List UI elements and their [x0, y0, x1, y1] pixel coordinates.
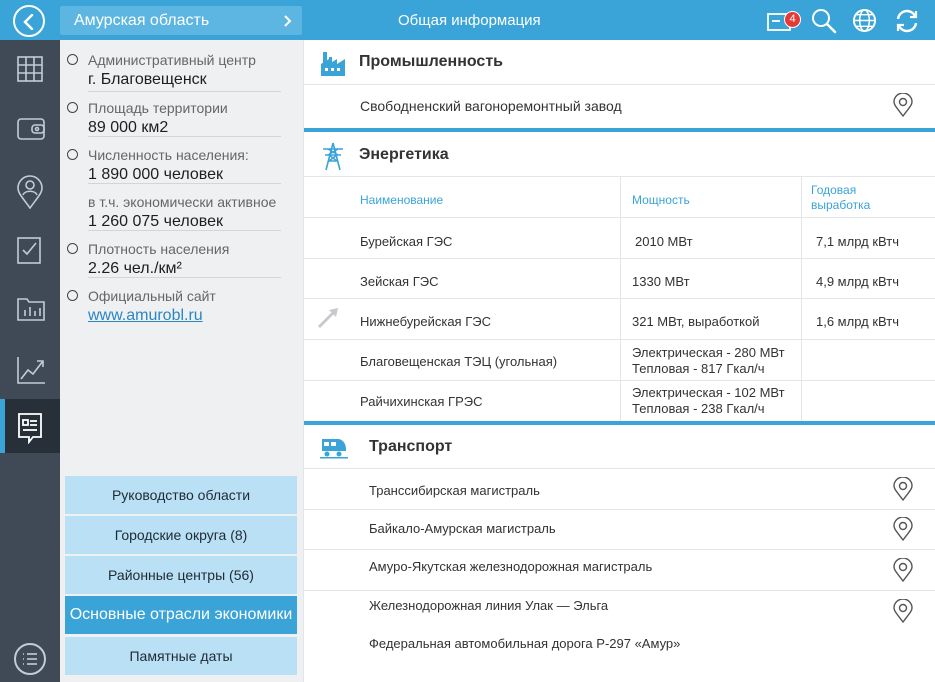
transport-item[interactable]: Железнодорожная линия Улак — Эльга — [369, 598, 608, 613]
website-link[interactable]: www.amurobl.ru — [88, 307, 203, 325]
table-cell-output: 4,9 млрд кВтч — [816, 274, 899, 289]
map-pin-icon[interactable] — [893, 599, 913, 623]
rail-item-stats[interactable] — [0, 342, 60, 396]
column-header-power: Мощность — [632, 193, 690, 207]
rail-item-persons[interactable] — [0, 162, 60, 216]
wallet-icon — [17, 118, 45, 140]
memorable-dates-button[interactable]: Памятные даты — [65, 637, 297, 675]
refresh-icon[interactable] — [894, 8, 920, 34]
region-label: Амурская область — [74, 12, 210, 29]
economy-sectors-button[interactable]: Основные отрасли экономики — [65, 596, 297, 634]
transport-item[interactable]: Транссибирская магистраль — [369, 483, 540, 498]
info-label: Официальный сайт — [88, 288, 216, 304]
rail-item-reports[interactable] — [0, 282, 60, 336]
transport-item[interactable]: Амуро-Якутская железнодорожная магистрал… — [369, 559, 652, 574]
search-icon[interactable] — [811, 8, 837, 34]
transport-title: Транспорт — [369, 438, 453, 455]
table-cell-output: 7,1 млрд кВтч — [816, 234, 899, 249]
info-label: Площадь территории — [88, 100, 228, 116]
info-value: 1 890 000 человек — [88, 166, 223, 183]
grid-icon — [17, 56, 43, 82]
map-pin-icon[interactable] — [893, 477, 913, 501]
table-cell-name: Райчихинская ГРЭС — [360, 394, 483, 409]
info-label: Плотность населения — [88, 241, 230, 257]
info-value: 89 000 км2 — [88, 119, 169, 136]
document-icon — [18, 413, 42, 444]
trend-icon — [17, 357, 45, 384]
info-row-density: Плотность населения 2.26 чел./км² — [60, 231, 303, 278]
transport-item[interactable]: Федеральная автомобильная дорога Р-297 «… — [369, 636, 680, 651]
top-bar: Амурская область Общая информация 4 — [0, 0, 935, 40]
map-pin-icon[interactable] — [893, 517, 913, 541]
table-cell-name: Зейская ГЭС — [360, 274, 439, 289]
table-cell-power: Электрическая - 102 МВт Тепловая - 238 Гк… — [632, 385, 785, 416]
radio-icon — [67, 149, 78, 160]
map-pin-icon[interactable] — [893, 558, 913, 582]
info-row-center: Административный центр г. Благовещенск — [60, 42, 303, 92]
rail-item-wallet[interactable] — [0, 102, 60, 156]
radio-icon — [67, 243, 78, 254]
city-districts-button[interactable]: Городские округа (8) — [65, 516, 297, 554]
info-row-area: Площадь территории 89 000 км2 — [60, 90, 303, 137]
info-row-active-population: в т.ч. экономически активное 1 260 075 ч… — [60, 184, 303, 231]
info-row-population: Численность населения: 1 890 000 человек — [60, 137, 303, 184]
column-header-name: Наименование — [360, 193, 444, 207]
map-pin-icon[interactable] — [893, 93, 913, 117]
table-cell-name: Благовещенская ТЭЦ (угольная) — [360, 354, 558, 369]
energy-title: Энергетика — [359, 146, 449, 163]
column-header-output: Годовая выработка — [811, 183, 871, 212]
icon-rail — [0, 40, 60, 682]
person-pin-icon — [17, 175, 43, 209]
back-icon — [23, 14, 34, 30]
info-label: в т.ч. экономически активное — [88, 194, 277, 210]
economy-content: Промышленность Свободненский вагоноремон… — [303, 40, 935, 682]
factory-icon — [321, 52, 345, 76]
radio-icon — [67, 54, 78, 65]
menu-button[interactable] — [14, 643, 46, 675]
train-icon — [320, 439, 348, 459]
industry-title: Промышленность — [359, 53, 503, 70]
info-value: 2.26 чел./км² — [88, 260, 182, 277]
info-row-website: Официальный сайт www.amurobl.ru — [60, 278, 303, 328]
table-cell-name: Бурейская ГЭС — [360, 234, 453, 249]
table-cell-power: 1330 МВт — [632, 274, 690, 289]
notification-badge: 4 — [784, 11, 801, 28]
radio-icon — [67, 290, 78, 301]
info-value: 1 260 075 человек — [88, 213, 223, 230]
info-label: Административный центр — [88, 52, 256, 68]
industry-item[interactable]: Свободненский вагоноремонтный завод — [360, 98, 622, 114]
power-tower-icon — [323, 142, 343, 171]
transport-header: Транспорт — [304, 425, 935, 469]
district-centers-button[interactable]: Районные центры (56) — [65, 556, 297, 594]
radio-icon — [67, 102, 78, 113]
industry-header: Промышленность — [304, 40, 935, 84]
rail-item-tasks[interactable] — [0, 222, 60, 276]
info-label: Численность населения: — [88, 147, 249, 163]
menu-icon — [23, 653, 37, 665]
back-button[interactable] — [13, 5, 45, 37]
leadership-button[interactable]: Руководство области — [65, 476, 297, 514]
checklist-icon — [17, 237, 41, 264]
region-selector[interactable]: Амурская область — [60, 6, 302, 35]
info-value: г. Благовещенск — [88, 71, 207, 88]
rail-item-info[interactable] — [0, 399, 60, 453]
energy-header: Энергетика — [304, 133, 935, 177]
globe-icon[interactable] — [852, 8, 877, 33]
folder-chart-icon — [17, 298, 45, 321]
table-cell-power: 2010 МВт — [635, 234, 693, 249]
page-title: Общая информация — [398, 12, 541, 29]
rail-item-grid[interactable] — [0, 42, 60, 96]
arrow-pointer-icon — [318, 308, 338, 328]
transport-item[interactable]: Байкало-Амурская магистраль — [369, 521, 556, 536]
chevron-right-icon — [284, 15, 292, 27]
table-cell-power: Электрическая - 280 МВт Тепловая - 817 Гк… — [632, 345, 785, 376]
table-cell-name: Нижнебурейская ГЭС — [360, 314, 491, 329]
table-cell-power: 321 МВт, выработкой — [632, 314, 760, 329]
table-cell-output: 1,6 млрд кВтч — [816, 314, 899, 329]
